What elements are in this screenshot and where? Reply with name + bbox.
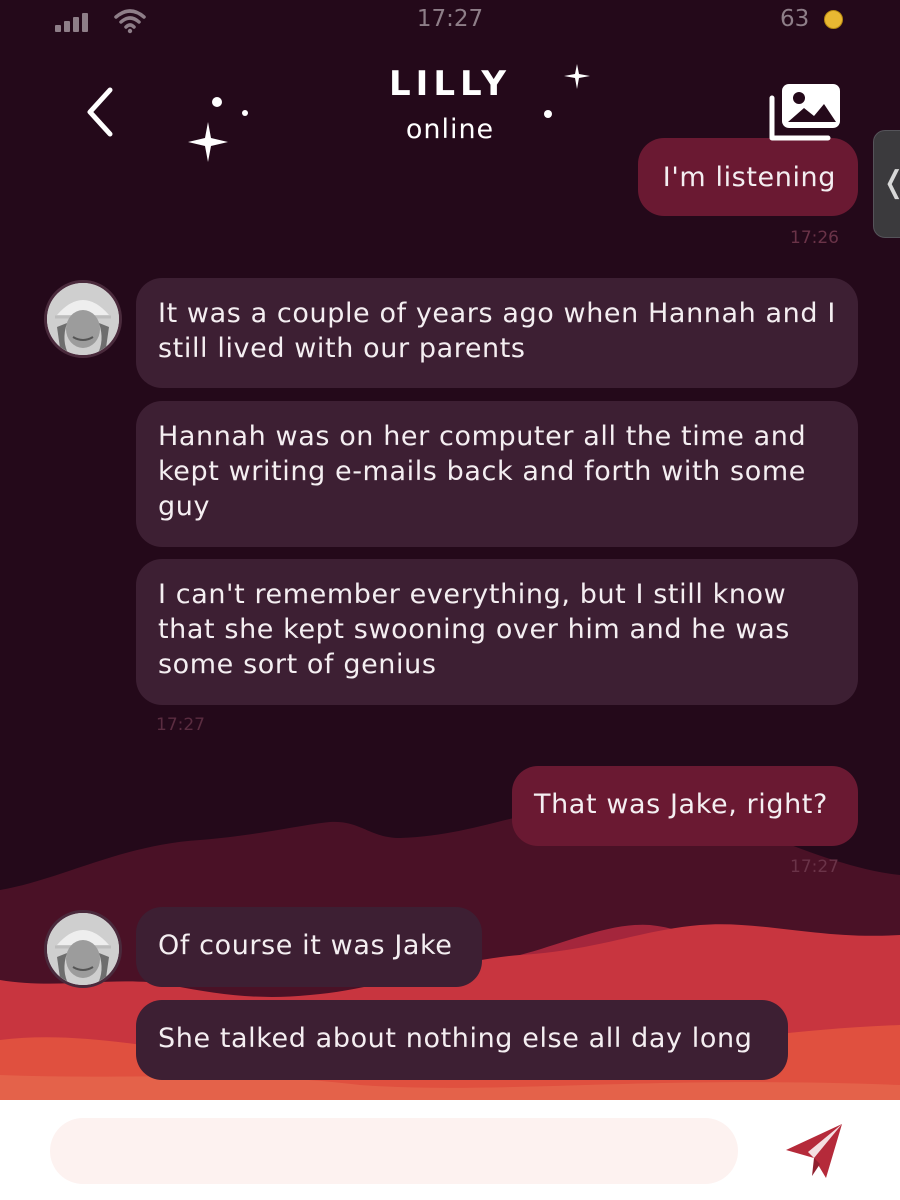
incoming-message: Hannah was on her computer all the time …	[136, 401, 858, 547]
coin-balance: 63	[780, 6, 810, 32]
message-list: I'm listening 17:26 It was a couple of y…	[0, 0, 900, 1100]
chat-header: LILLY online	[0, 44, 900, 164]
message-timestamp: 17:27	[790, 857, 839, 877]
message-text: Hannah was on her computer all the time …	[158, 421, 807, 522]
contact-name: LILLY	[389, 64, 511, 104]
message-composer	[0, 1100, 900, 1200]
status-bar: 17:27 63	[0, 0, 900, 44]
avatar	[44, 280, 122, 358]
side-panel-handle[interactable]: ❬	[873, 130, 900, 238]
contact-status: online	[405, 114, 495, 145]
incoming-message: I can't remember everything, but I still…	[136, 559, 858, 705]
outgoing-message: That was Jake, right?	[512, 766, 858, 846]
chevron-left-icon: ❬	[881, 165, 900, 200]
contact-photo	[47, 283, 119, 355]
stars-decoration	[188, 64, 590, 162]
image-gallery-icon[interactable]	[766, 80, 844, 144]
status-time: 17:27	[416, 6, 484, 32]
send-button[interactable]	[782, 1118, 848, 1184]
incoming-message: She talked about nothing else all day lo…	[136, 1000, 788, 1080]
coin-icon	[824, 10, 843, 29]
paper-plane-icon	[786, 1124, 842, 1178]
incoming-message: Of course it was Jake	[136, 907, 482, 987]
incoming-message: It was a couple of years ago when Hannah…	[136, 278, 858, 388]
message-text: That was Jake, right?	[534, 789, 828, 820]
message-timestamp: 17:26	[790, 228, 839, 248]
message-text: I can't remember everything, but I still…	[158, 579, 790, 680]
message-timestamp: 17:27	[156, 715, 205, 735]
message-text: She talked about nothing else all day lo…	[158, 1023, 753, 1054]
contact-photo	[47, 913, 119, 985]
message-text: Of course it was Jake	[158, 930, 453, 961]
message-input[interactable]	[50, 1118, 738, 1184]
message-text: It was a couple of years ago when Hannah…	[158, 298, 836, 364]
message-text: I'm listening	[662, 162, 836, 193]
avatar	[44, 910, 122, 988]
